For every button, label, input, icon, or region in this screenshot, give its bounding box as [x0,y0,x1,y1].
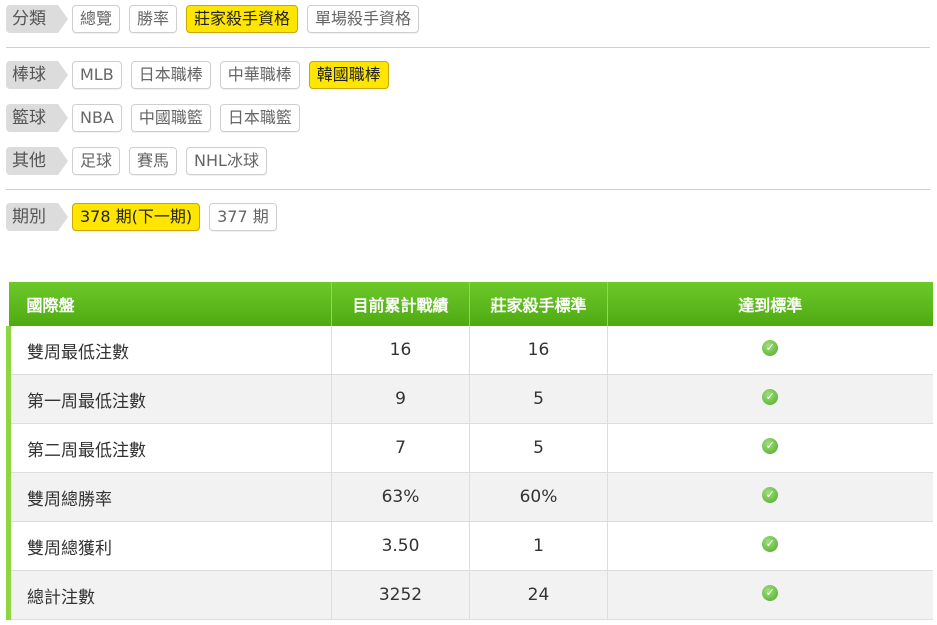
standard-value: 5 [469,374,608,424]
category-label-other: 其他 [6,147,68,175]
row-label: 第一周最低注數 [6,374,332,424]
table-row: 雙周最低注數 16 16 ✓ [6,326,933,375]
chip-banker-killer[interactable]: 莊家殺手資格 [186,5,299,33]
filter-row-other: 其他 足球 賽馬 NHL冰球 [6,146,276,176]
standard-value: 24 [469,570,608,620]
chip-single-killer[interactable]: 單場殺手資格 [307,5,420,33]
chip-cba[interactable]: 中國職籃 [130,104,211,132]
category-label-period: 期別 [6,203,68,231]
met-cell: ✓ [607,472,933,522]
header-banker-killer-standard: 莊家殺手標準 [469,282,608,326]
table-header-row: 國際盤 目前累計戰績 莊家殺手標準 達到標準 [8,282,933,326]
table-row: 雙周總勝率 63% 60% ✓ [6,472,933,522]
row-label: 總計注數 [6,570,332,620]
current-value: 63% [331,472,470,522]
row-label: 第二周最低注數 [6,423,332,473]
row-label: 雙周總獲利 [6,521,332,571]
met-cell: ✓ [607,570,933,620]
met-cell: ✓ [607,326,933,375]
current-value: 9 [331,374,470,424]
standard-value: 1 [469,521,608,571]
standard-value: 60% [469,472,608,522]
header-current-record: 目前累計戰績 [331,282,470,326]
divider [6,47,930,48]
filter-row-baseball: 棒球 MLB 日本職棒 中華職棒 韓國職棒 [6,60,398,90]
met-cell: ✓ [607,423,933,473]
chip-horse-racing[interactable]: 賽馬 [129,147,178,175]
check-circle-icon: ✓ [762,585,779,601]
chip-kbo[interactable]: 韓國職棒 [308,61,389,89]
standard-value: 5 [469,423,608,473]
table-row: 雙周總獲利 3.50 1 ✓ [6,521,933,571]
chip-mlb[interactable]: MLB [72,61,122,89]
header-standard-met: 達到標準 [607,282,933,326]
row-label: 雙周最低注數 [6,326,332,375]
qualification-table: 國際盤 目前累計戰績 莊家殺手標準 達到標準 雙周最低注數 16 16 ✓ 第一… [6,282,933,620]
chip-bleague[interactable]: 日本職籃 [219,104,300,132]
table-row: 第一周最低注數 9 5 ✓ [6,374,933,424]
check-circle-icon: ✓ [762,487,779,503]
check-circle-icon: ✓ [762,536,779,552]
category-label-classification: 分類 [6,5,68,33]
check-circle-icon: ✓ [762,389,779,405]
current-value: 16 [331,326,470,375]
filter-row-basketball: 籃球 NBA 中國職籃 日本職籃 [6,103,309,133]
category-label-basketball: 籃球 [6,104,68,132]
current-value: 3.50 [331,521,470,571]
met-cell: ✓ [607,374,933,424]
chip-win-rate[interactable]: 勝率 [129,5,178,33]
standard-value: 16 [469,326,608,375]
chip-npb[interactable]: 日本職棒 [130,61,211,89]
chip-soccer[interactable]: 足球 [72,147,121,175]
current-value: 7 [331,423,470,473]
chip-nba[interactable]: NBA [72,104,122,132]
filter-row-period: 期別 378 期(下一期) 377 期 [6,202,286,232]
table-row: 總計注數 3252 24 ✓ [6,570,933,620]
table-row: 第二周最低注數 7 5 ✓ [6,423,933,473]
row-label: 雙周總勝率 [6,472,332,522]
chip-period-378[interactable]: 378 期(下一期) [72,203,201,231]
filter-row-classification: 分類 總覽 勝率 莊家殺手資格 單場殺手資格 [6,4,428,34]
category-label-baseball: 棒球 [6,61,68,89]
chip-cpbl[interactable]: 中華職棒 [219,61,300,89]
chip-overview[interactable]: 總覽 [72,5,121,33]
met-cell: ✓ [607,521,933,571]
check-circle-icon: ✓ [762,340,779,356]
chip-period-377[interactable]: 377 期 [209,203,277,231]
check-circle-icon: ✓ [762,438,779,454]
current-value: 3252 [331,570,470,620]
chip-nhl[interactable]: NHL冰球 [186,147,267,175]
header-international-line: 國際盤 [8,282,332,326]
divider [6,189,930,190]
